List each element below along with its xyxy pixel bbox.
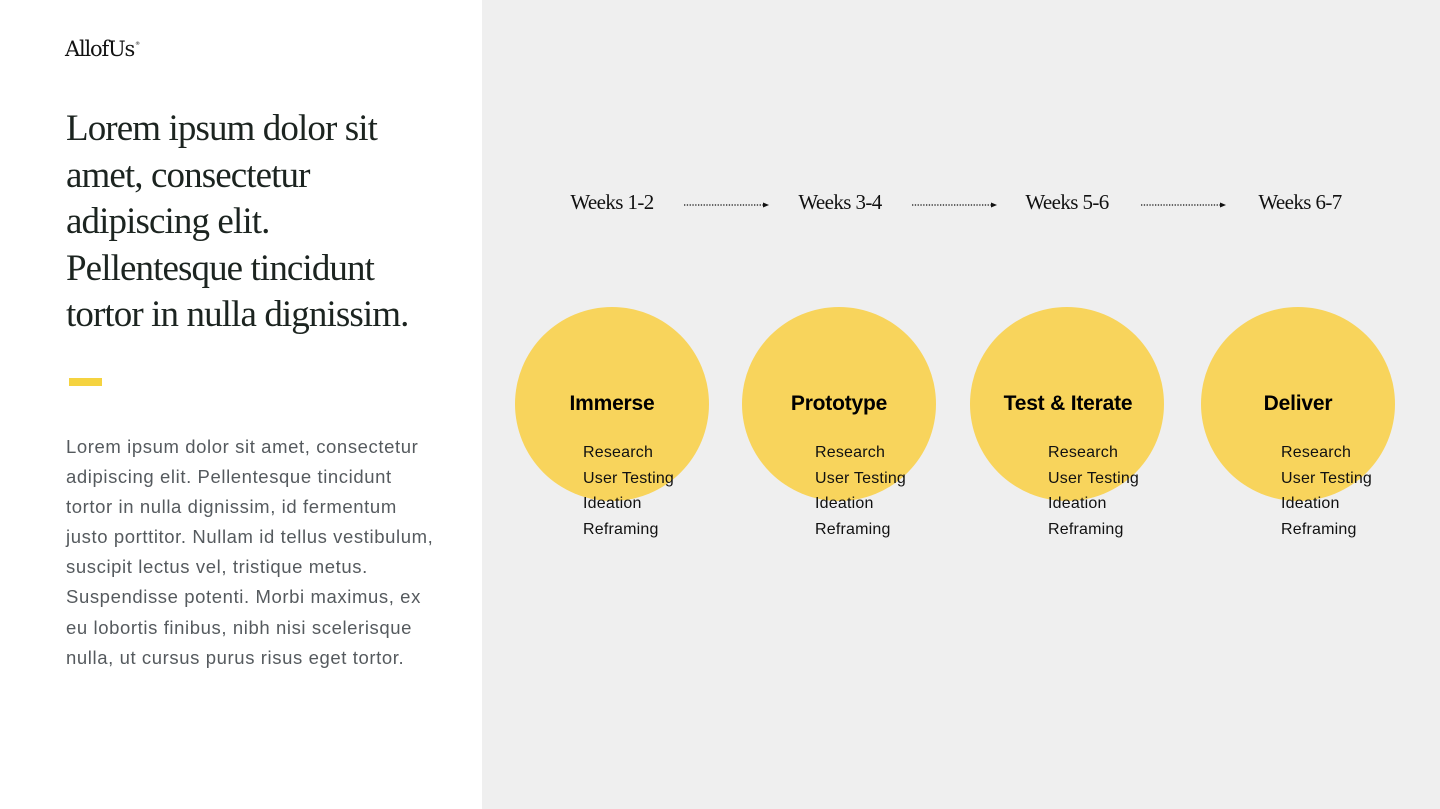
- list-item: Reframing: [1281, 520, 1357, 538]
- list-item: Reframing: [583, 520, 659, 538]
- list-item: Reframing: [815, 520, 891, 538]
- list-item: User Testing: [583, 469, 675, 487]
- dotted-arrow-icon: [684, 202, 769, 208]
- accent-divider: [69, 378, 102, 386]
- list-item: User Testing: [1048, 469, 1140, 487]
- stage-list-prototype: Research User Testing Ideation Reframing: [815, 440, 906, 542]
- list-item: Research: [1048, 444, 1119, 461]
- brand-logo[interactable]: AllofUs®: [65, 37, 140, 61]
- stage-list-deliver: Research User Testing Ideation Reframing: [1281, 440, 1372, 542]
- stage-title-immerse: Immerse: [569, 392, 655, 415]
- list-item: User Testing: [815, 469, 907, 487]
- list-item: Ideation: [583, 495, 642, 512]
- stage-title-deliver: Deliver: [1263, 392, 1333, 415]
- stage-title-test-iterate: Test & Iterate: [1003, 392, 1133, 415]
- week-label-4: Weeks 6-7: [1258, 190, 1342, 214]
- list-item: Ideation: [1281, 495, 1340, 512]
- intro-panel: AllofUs® Lorem ipsum dolor sit amet, con…: [0, 0, 482, 809]
- dotted-arrow-icon: [912, 202, 997, 208]
- list-item: User Testing: [1281, 469, 1373, 487]
- stage-list-immerse: Research User Testing Ideation Reframing: [583, 440, 674, 542]
- week-label-1: Weeks 1-2: [570, 190, 654, 214]
- week-label-2: Weeks 3-4: [798, 190, 882, 214]
- intro-body-text: Lorem ipsum dolor sit amet, consectetur …: [66, 436, 434, 668]
- list-item: Ideation: [1048, 495, 1107, 512]
- list-item: Ideation: [815, 495, 874, 512]
- list-item: Reframing: [1048, 520, 1124, 538]
- stage-title-prototype: Prototype: [790, 392, 888, 415]
- page-headline: Lorem ipsum dolor sit amet, consectetur …: [66, 108, 409, 335]
- list-item: Research: [583, 444, 654, 461]
- dotted-arrow-icon: [1141, 202, 1226, 208]
- list-item: Research: [815, 444, 886, 461]
- stage-list-test-iterate: Research User Testing Ideation Reframing: [1048, 440, 1139, 542]
- week-label-3: Weeks 5-6: [1025, 190, 1109, 214]
- list-item: Research: [1281, 444, 1352, 461]
